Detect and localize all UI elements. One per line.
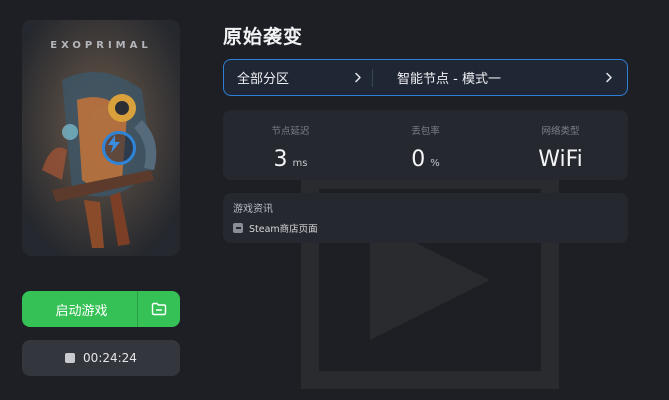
packet-loss-value: 0 bbox=[411, 147, 426, 172]
game-info-heading: 游戏资讯 bbox=[233, 204, 273, 215]
stop-acceleration-button[interactable]: 00:24:24 bbox=[22, 340, 180, 376]
launch-game-label[interactable]: 启动游戏 bbox=[22, 291, 137, 327]
packet-loss-label: 丢包率 bbox=[411, 126, 440, 137]
region-dropdown[interactable]: 全部分区 bbox=[224, 60, 372, 95]
packet-loss-unit: % bbox=[430, 158, 440, 169]
latency-unit: ms bbox=[292, 158, 308, 169]
network-stats-panel: 节点延迟 3 ms 丢包率 0 % 网络类型 WiFi bbox=[223, 110, 628, 180]
packet-loss-stat: 丢包率 0 % bbox=[358, 110, 493, 180]
latency-label: 节点延迟 bbox=[271, 126, 310, 137]
game-title: 原始袭变 bbox=[223, 26, 304, 48]
launch-game-button[interactable]: 启动游戏 bbox=[22, 291, 180, 327]
game-cover-art: EXOPRIMAL bbox=[22, 20, 180, 256]
game-info-panel: 游戏资讯 Steam商店页面 bbox=[223, 193, 628, 243]
folder-icon bbox=[151, 302, 167, 316]
chevron-right-icon bbox=[606, 72, 612, 83]
node-selector: 全部分区 智能节点 - 模式一 bbox=[223, 59, 628, 96]
open-folder-button[interactable] bbox=[138, 291, 180, 327]
cover-illustration bbox=[22, 20, 180, 256]
steam-store-link-label[interactable]: Steam商店页面 bbox=[249, 221, 318, 235]
node-dropdown[interactable]: 智能节点 - 模式一 bbox=[373, 60, 627, 95]
stop-icon bbox=[65, 353, 76, 363]
session-timer: 00:24:24 bbox=[83, 351, 137, 365]
region-label: 全部分区 bbox=[237, 72, 290, 87]
cover-logo-text: EXOPRIMAL bbox=[50, 40, 152, 51]
network-type-value: WiFi bbox=[538, 147, 583, 172]
node-label: 智能节点 - 模式一 bbox=[397, 72, 501, 87]
store-page-icon bbox=[233, 223, 243, 233]
chevron-right-icon bbox=[355, 72, 361, 83]
network-type-stat: 网络类型 WiFi bbox=[493, 110, 628, 180]
steam-store-link[interactable]: Steam商店页面 bbox=[233, 221, 618, 235]
network-type-label: 网络类型 bbox=[541, 126, 580, 137]
acceleration-lightning-icon bbox=[102, 131, 136, 165]
latency-value: 3 bbox=[273, 147, 288, 172]
latency-stat: 节点延迟 3 ms bbox=[223, 110, 358, 180]
